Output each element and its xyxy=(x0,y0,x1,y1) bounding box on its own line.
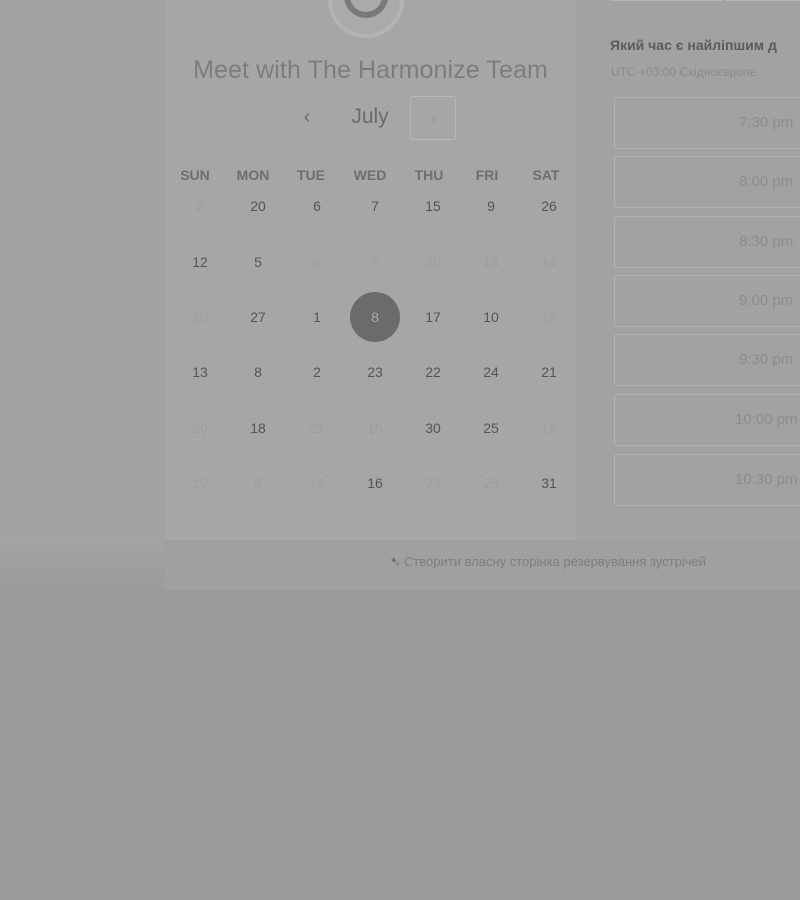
calendar-day[interactable]: 13 xyxy=(175,347,225,397)
calendar-day: 15 xyxy=(541,309,557,325)
calendar-day[interactable]: 23 xyxy=(350,347,400,397)
calendar-day: 25 xyxy=(425,475,441,491)
footer: ➷ Створити власну сторінка резервування з… xyxy=(165,540,800,590)
time-slot-button[interactable]: 8:00 pm xyxy=(614,156,800,208)
calendar-day: 6 xyxy=(313,254,321,270)
calendar-day[interactable]: 25 xyxy=(466,403,516,453)
calendar-day[interactable]: 31 xyxy=(524,458,574,508)
calendar-day[interactable]: 9 xyxy=(466,181,516,231)
time-slot-label: 9:30 pm xyxy=(739,351,794,368)
calendar-day[interactable]: 1 xyxy=(292,292,342,342)
calendar-day: 7 xyxy=(371,254,379,270)
calendar-day[interactable]: 2 xyxy=(292,347,342,397)
calendar-day: 21 xyxy=(309,420,325,436)
page-title: Meet with The Harmonize Team xyxy=(193,56,548,84)
calendar-day[interactable]: 30 xyxy=(408,403,458,453)
calendar-day[interactable]: 10 xyxy=(466,292,516,342)
timezone-selector[interactable]: UTC +03:00 Східноєвропе xyxy=(611,65,756,79)
calendar-day: 20 xyxy=(192,309,208,325)
next-month-button[interactable]: › xyxy=(410,96,456,140)
calendar-day: 30 xyxy=(425,254,441,270)
calendar-day: 14 xyxy=(541,254,557,270)
times-heading: Який час є найліпшим д xyxy=(610,37,777,53)
time-slot-button[interactable]: 10:00 pm xyxy=(614,394,800,446)
calendar-day: 5 xyxy=(254,475,262,491)
calendar-day[interactable]: 16 xyxy=(350,458,400,508)
tab-right[interactable] xyxy=(725,0,800,1)
calendar-day[interactable]: 26 xyxy=(524,181,574,231)
create-booking-page-link[interactable]: ➷ Створити власну сторінка резервування з… xyxy=(390,554,706,570)
time-slot-button[interactable]: 10:30 pm xyxy=(614,454,800,506)
tab-left[interactable] xyxy=(610,0,722,1)
time-slot-button[interactable]: 8:30 pm xyxy=(614,216,800,268)
calendar-day[interactable]: 17 xyxy=(408,292,458,342)
calendar-day[interactable]: 8 xyxy=(233,347,283,397)
time-slot-label: 10:30 pm xyxy=(735,471,798,488)
calendar-day[interactable]: 12 xyxy=(175,237,225,287)
time-slot-button[interactable]: 9:30 pm xyxy=(614,334,800,386)
create-booking-page-label: Створити власну сторінка резервування зу… xyxy=(403,554,706,569)
calendar-day[interactable]: 22 xyxy=(408,347,458,397)
calendar-day: 19 xyxy=(192,475,208,491)
calendar-day[interactable]: 21 xyxy=(524,347,574,397)
calendar-day: 14 xyxy=(483,254,499,270)
calendar-day: 23 xyxy=(483,475,499,491)
calendar-day: 2 xyxy=(196,198,204,214)
prev-month-button[interactable]: ‹ xyxy=(295,104,319,130)
logo-ring-icon xyxy=(344,0,388,18)
time-slot-label: 10:00 pm xyxy=(735,411,798,428)
calendar-day[interactable]: 27 xyxy=(233,292,283,342)
selected-day[interactable]: 8 xyxy=(350,292,400,342)
calendar-day[interactable]: 18 xyxy=(233,403,283,453)
time-slot-label: 9:00 pm xyxy=(739,292,794,309)
calendar-day: 15 xyxy=(367,420,383,436)
calendar-day[interactable]: 20 xyxy=(233,181,283,231)
calendar-day[interactable]: 5 xyxy=(233,237,283,287)
calendar-day[interactable]: 7 xyxy=(350,181,400,231)
calendar-day: 16 xyxy=(309,475,325,491)
time-slot-button[interactable]: 7:30 pm xyxy=(614,97,800,149)
time-slot-label: 8:00 pm xyxy=(739,173,794,190)
month-label: July xyxy=(351,105,389,128)
calendar-day[interactable]: 24 xyxy=(466,347,516,397)
calendar-day[interactable]: 15 xyxy=(408,181,458,231)
time-slot-label: 8:30 pm xyxy=(739,233,794,250)
calendar-day[interactable]: 6 xyxy=(292,181,342,231)
calendar-day: 20 xyxy=(192,420,208,436)
calendar-day: 16 xyxy=(541,420,557,436)
time-slot-button[interactable]: 9:00 pm xyxy=(614,275,800,327)
top-tabs xyxy=(610,0,800,2)
time-slot-label: 7:30 pm xyxy=(739,114,794,131)
pointer-icon: ➷ xyxy=(390,554,401,569)
